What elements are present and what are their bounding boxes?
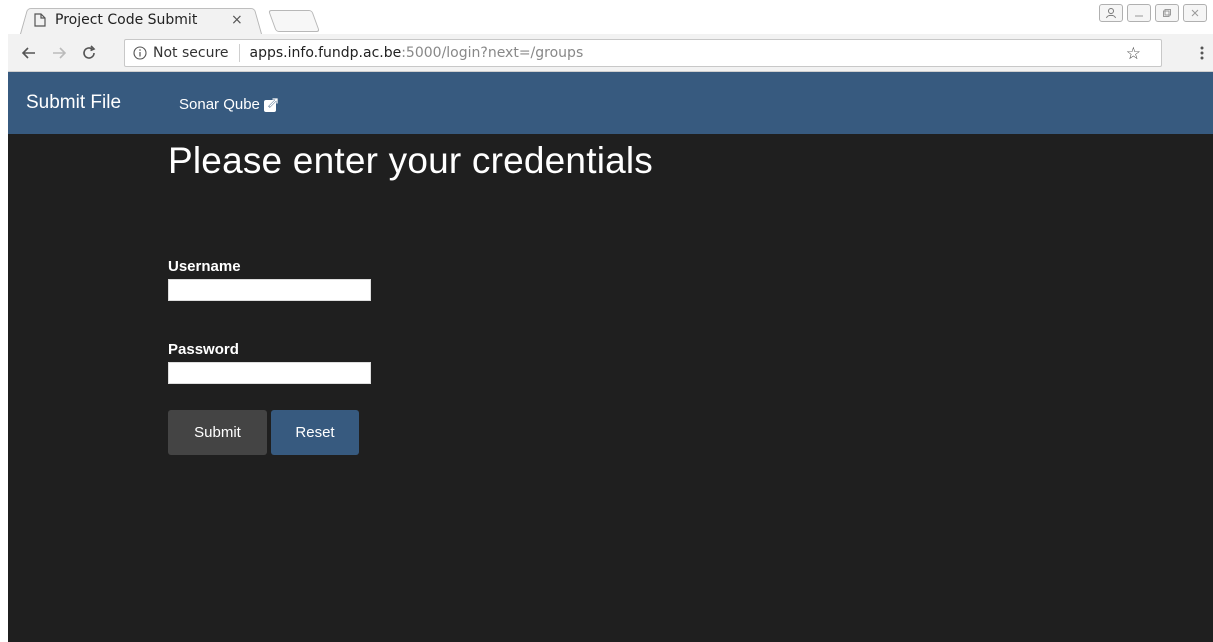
maximize-icon[interactable] [1155,4,1179,22]
navbar-brand[interactable]: Submit File [26,92,121,114]
new-tab-button[interactable] [267,10,321,32]
url-host: apps.info.fundp.ac.be [249,45,402,61]
sonar-qube-link[interactable]: Sonar Qube [179,96,279,113]
star-icon[interactable]: ☆ [1126,44,1141,64]
arrow-left-icon [21,46,35,59]
username-input[interactable] [168,279,371,301]
reload-icon [83,44,96,59]
back-button[interactable] [16,40,42,66]
document-icon [34,13,46,27]
tab-active[interactable]: Project Code Submit × [28,8,258,32]
arrow-right-icon [53,46,67,59]
browser-window: Project Code Submit × Not secure apps.in… [8,0,1213,642]
url-path: :5000/login?next=/groups [401,45,584,61]
external-link-icon [263,96,279,112]
password-input[interactable] [168,362,371,384]
tab-close-icon[interactable]: × [231,12,243,28]
forward-button[interactable] [46,40,72,66]
username-label: Username [168,258,241,275]
profile-icon[interactable] [1099,4,1123,22]
kebab-menu-icon[interactable] [1199,45,1205,61]
reset-button[interactable]: Reset [271,410,359,455]
tab-strip: Project Code Submit × [8,0,1213,34]
security-label[interactable]: Not secure [153,45,229,61]
tab-title: Project Code Submit [55,12,198,28]
address-bar[interactable]: Not secure apps.info.fundp.ac.be:5000/lo… [124,39,1162,67]
reload-button[interactable] [76,40,102,66]
site-navbar: Submit File Sonar Qube [8,72,1213,134]
submit-button[interactable]: Submit [168,410,267,455]
window-controls [1099,4,1207,22]
minimize-icon[interactable] [1127,4,1151,22]
browser-toolbar: Not secure apps.info.fundp.ac.be:5000/lo… [8,34,1213,72]
password-label: Password [168,341,239,358]
sonar-qube-link-label: Sonar Qube [179,96,260,113]
address-divider [238,44,240,62]
page-title: Please enter your credentials [168,140,654,181]
info-icon[interactable] [133,46,147,60]
close-window-icon[interactable] [1183,4,1207,22]
